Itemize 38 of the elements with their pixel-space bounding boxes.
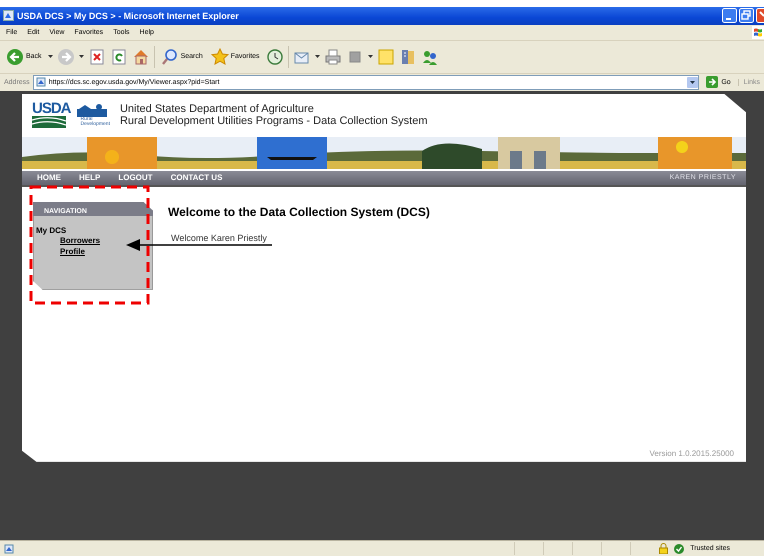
welcome-text: Welcome Karen Priestly [171,232,267,243]
nav-link[interactable]: LOGOUT [118,173,153,182]
dropdown-icon[interactable] [687,76,698,88]
page-icon [4,544,14,554]
lock-icon [659,543,668,554]
cross-page-icon[interactable] [88,48,106,66]
nav-link[interactable]: Profile [60,246,85,257]
browser-icon [3,10,14,22]
site-title: Rural Development Utilities Programs - Data Collection System [120,115,428,128]
windows-flag-icon [752,26,764,39]
refresh-icon[interactable] [110,48,128,66]
barn-icon [76,103,107,118]
star-icon [210,48,229,66]
nav-link[interactable]: HELP [79,173,100,182]
section-label: My DCS [36,226,66,235]
page-heading: Welcome to the Data Collection System (DCS) [168,204,430,219]
close-icon[interactable] [756,8,764,23]
caret-icon[interactable] [314,54,320,59]
nav-link[interactable]: HOME [37,173,61,182]
page-icon [36,77,46,88]
logo-text: USDA [32,102,71,116]
caret-icon[interactable] [78,54,84,59]
window-title: USDA DCS > My DCS > - Microsoft Internet Explorer [17,10,240,21]
right-arrow-icon [706,76,718,88]
check-icon [674,544,684,554]
house-icon[interactable] [132,48,150,66]
field-stripes-icon [32,116,66,128]
nav-link[interactable]: Borrowers [60,234,100,246]
nav-link[interactable]: CONTACT US [170,173,222,182]
site-title: United States Department of Agriculture [120,103,315,116]
caret-icon[interactable] [48,54,53,59]
minimize-icon[interactable] [722,8,737,23]
search-icon [160,48,179,66]
version-text: Version 1.0.2015.25000 [649,448,734,458]
printer-icon[interactable] [324,48,342,66]
restore-icon[interactable] [739,8,754,23]
clock-icon[interactable] [266,48,284,66]
caret-icon[interactable] [368,54,373,59]
